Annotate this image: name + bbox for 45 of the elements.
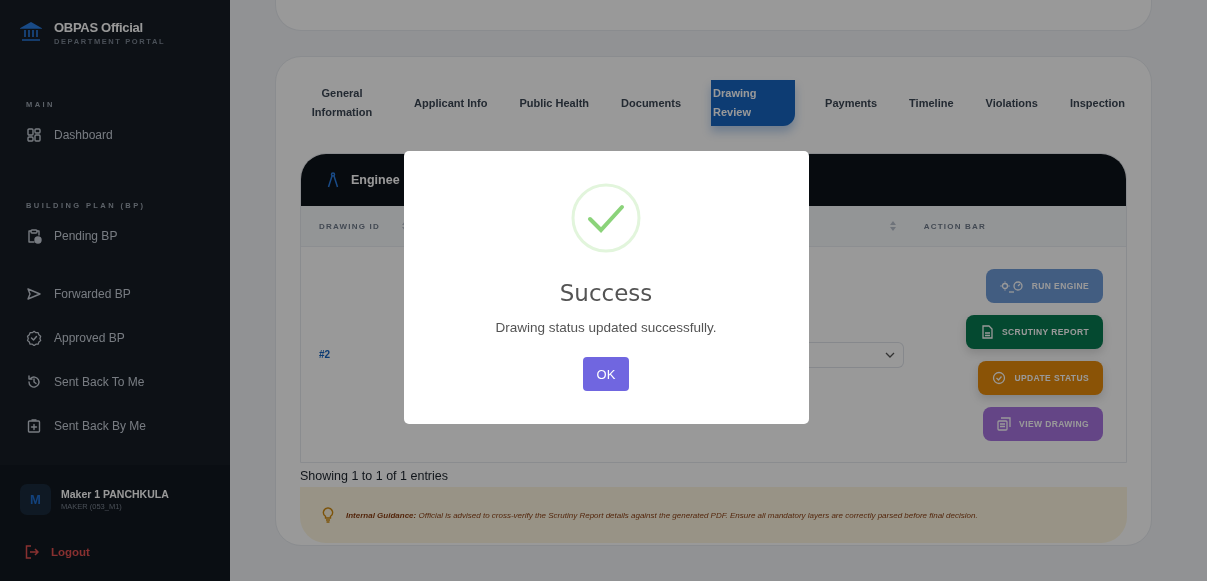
lightbulb-icon	[322, 507, 334, 523]
tab[interactable]: General Information	[300, 84, 384, 122]
nav-item[interactable]: Forwarded BP	[20, 272, 210, 316]
tab[interactable]: Payments	[823, 93, 880, 113]
dialog-title: Success	[559, 280, 653, 306]
copy-icon	[997, 416, 1012, 431]
entries-count: Showing 1 to 1 of 1 entries	[300, 469, 448, 483]
nav-item[interactable]: Pending BP	[20, 214, 210, 258]
brand-title: OBPAS Official	[54, 20, 144, 35]
chevron-down-icon	[885, 351, 895, 358]
tab[interactable]: Applicant Info	[412, 93, 490, 113]
sort-icon	[889, 220, 896, 232]
document-icon	[980, 324, 994, 339]
send-icon	[26, 286, 42, 302]
clipboard-icon	[26, 228, 42, 244]
nav-item[interactable]: Sent Back To Me	[20, 360, 210, 404]
grid-icon	[26, 127, 42, 143]
user-name: Maker 1 PANCHKULA	[61, 488, 169, 500]
drawing-id: #2	[319, 349, 332, 360]
column-header: ACTION BAR	[923, 221, 986, 231]
history-icon	[26, 374, 42, 390]
nav-item[interactable]: Dashboard	[20, 113, 210, 157]
bank-icon	[20, 20, 42, 42]
tab[interactable]: Inspection	[1067, 93, 1127, 113]
gear-gauge-icon	[999, 278, 1024, 293]
table-title: Enginee	[351, 173, 400, 187]
guidance-text: Internal Guidance: Official is advised to cross-verify the Scrutiny Report details against the generated PDF. Ensure all mandatory layers are correctly parsed before final decision.	[346, 510, 978, 520]
check-circle-icon	[992, 370, 1007, 385]
success-check-icon	[570, 182, 642, 254]
scrutiny-report-button[interactable]: SCRUTINY REPORT	[966, 314, 1104, 349]
logout-icon	[25, 545, 39, 559]
nav-item[interactable]: Approved BP	[20, 316, 210, 360]
ok-button[interactable]: OK	[583, 357, 629, 391]
tab[interactable]: Documents	[619, 93, 683, 113]
badge-check-icon	[26, 330, 42, 346]
nav-item[interactable]: Sent Back By Me	[20, 404, 210, 448]
tab[interactable]: Public Health	[517, 93, 592, 113]
tab[interactable]: Drawing Review	[711, 80, 796, 126]
column-header: DRAWING ID	[319, 221, 380, 231]
plus-square-icon	[26, 418, 42, 434]
dialog-message: Drawing status updated successfully.	[495, 320, 717, 335]
tab[interactable]: Violations	[983, 93, 1040, 113]
user-avatar: M	[20, 484, 51, 515]
compass-icon	[327, 172, 339, 188]
tab[interactable]: Timeline	[907, 93, 956, 113]
